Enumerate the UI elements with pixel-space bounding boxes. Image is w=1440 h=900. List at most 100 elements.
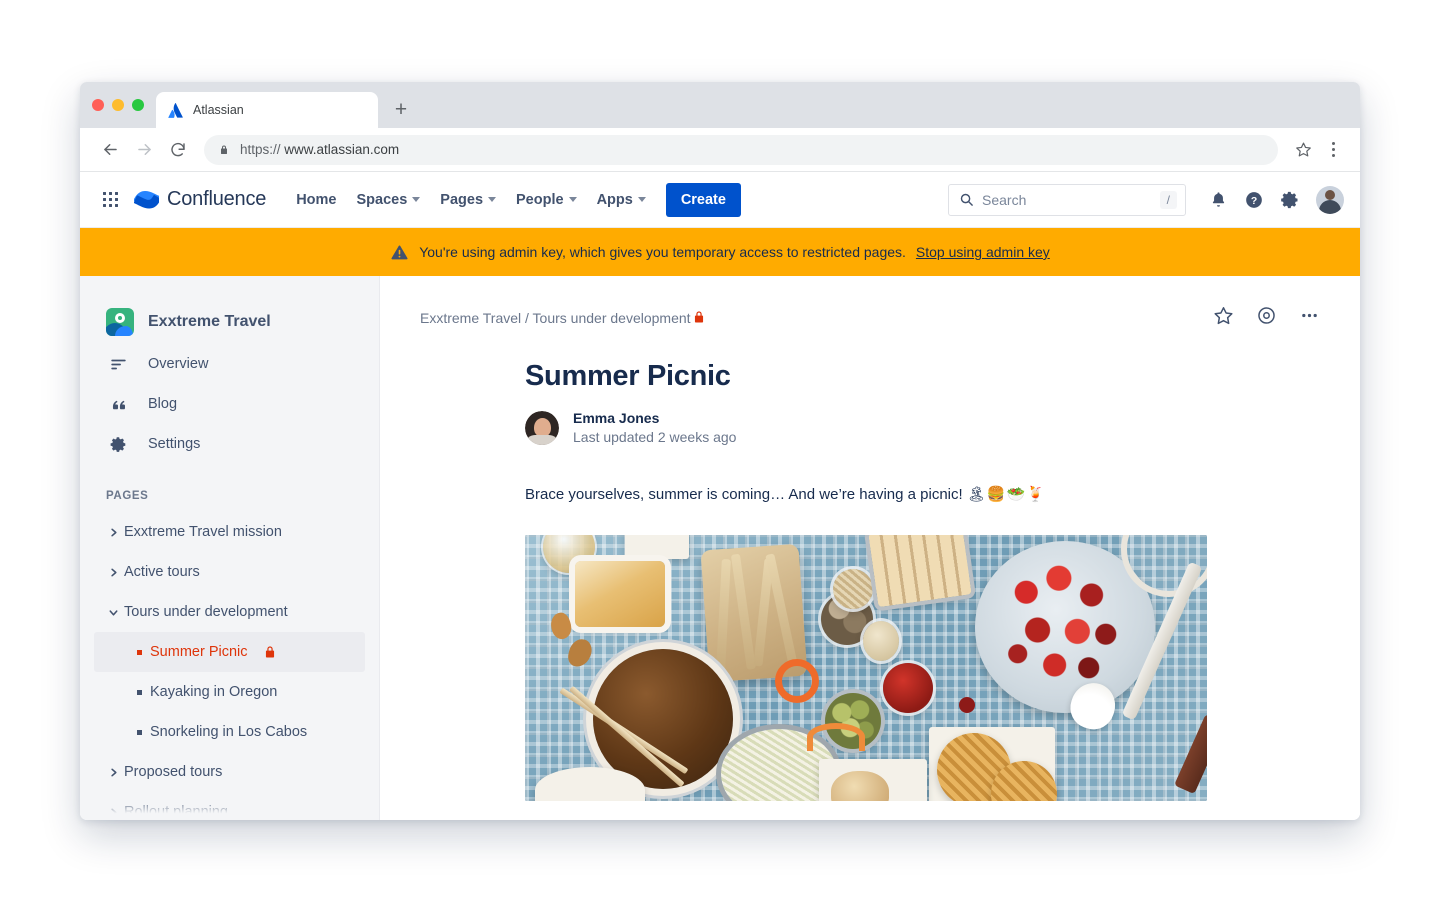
restricted-lock-icon <box>262 644 278 660</box>
window-traffic-lights <box>92 82 156 128</box>
confluence-logo[interactable]: Confluence <box>134 187 266 212</box>
avatar-body <box>1319 199 1341 214</box>
url-scheme: https:// <box>240 142 281 157</box>
page-tree-item-label: Proposed tours <box>124 764 223 780</box>
page-tree-item-label: Kayaking in Oregon <box>150 684 278 700</box>
page-tree-item-summer-picnic[interactable]: Summer Picnic <box>94 632 365 672</box>
minimize-window-button[interactable] <box>112 99 124 111</box>
bullet-icon <box>128 649 150 655</box>
orange-basket-ring <box>807 722 865 751</box>
help-question-icon[interactable]: ? <box>1238 184 1270 216</box>
last-updated: Last updated 2 weeks ago <box>573 428 737 445</box>
cherries <box>995 552 1137 693</box>
sidebar-item-label: Overview <box>148 356 209 372</box>
create-button[interactable]: Create <box>665 182 741 217</box>
lock-icon <box>221 145 227 154</box>
page-tree-item-label: Exxtreme Travel mission <box>124 524 282 540</box>
global-nav-actions: Search / ? <box>948 183 1344 216</box>
banner-message: You're using admin key, which gives you … <box>419 244 906 260</box>
author-avatar[interactable] <box>525 410 559 445</box>
reload-icon[interactable] <box>162 134 194 166</box>
napkin-top <box>625 534 689 559</box>
brand-name: Confluence <box>167 188 267 210</box>
nav-item-apps[interactable]: Apps <box>587 185 656 215</box>
space-sidebar: Exxtreme Travel Overview Blog Settings P… <box>80 276 380 820</box>
picnic-photo <box>525 534 1207 801</box>
sidebar-item-overview[interactable]: Overview <box>80 344 379 384</box>
page-body: Summer Picnic Emma Jones Last updated 2 … <box>525 332 1215 820</box>
chevron-down-icon <box>637 197 646 202</box>
overview-lines-icon <box>106 355 130 374</box>
avatar-head <box>1325 189 1335 200</box>
breadcrumb-lock-icon[interactable] <box>691 309 707 328</box>
browser-url-bar: https:// www.atlassian.com <box>80 128 1360 172</box>
space-avatar-map-icon <box>106 308 134 336</box>
atlassian-favicon-icon <box>168 102 183 118</box>
more-ellipsis-icon[interactable] <box>1299 305 1320 331</box>
back-arrow-icon[interactable] <box>94 134 126 166</box>
forward-arrow-icon <box>128 134 160 166</box>
search-shortcut-badge: / <box>1159 190 1177 209</box>
nav-item-people[interactable]: People <box>506 185 587 215</box>
crackers-jar <box>833 568 873 609</box>
user-avatar[interactable] <box>1316 185 1344 214</box>
space-header[interactable]: Exxtreme Travel <box>80 300 379 344</box>
nav-item-label: Apps <box>596 191 633 208</box>
new-tab-button[interactable]: + <box>384 92 418 128</box>
search-input[interactable]: Search / <box>948 183 1186 216</box>
sidebar-item-settings[interactable]: Settings <box>80 424 379 464</box>
bullet-icon <box>128 729 150 735</box>
page-tree-item-label: Tours under development <box>124 604 288 620</box>
stray-cherry <box>959 696 975 713</box>
browser-tab-strip: Atlassian + <box>80 82 1360 128</box>
app-switcher-icon[interactable] <box>94 184 126 216</box>
settings-gear-icon[interactable] <box>1274 184 1306 216</box>
sidebar-scroll-fade <box>80 798 379 820</box>
chevron-right-icon[interactable] <box>102 527 124 538</box>
author-name: Emma Jones <box>573 410 660 426</box>
page-action-bar <box>1213 305 1320 331</box>
page-tree-item-kayaking-in-oregon[interactable]: Kayaking in Oregon <box>94 672 365 712</box>
chevron-right-icon[interactable] <box>102 767 124 778</box>
favorite-star-icon[interactable] <box>1213 305 1234 331</box>
chevron-down-icon <box>412 197 421 202</box>
space-name: Exxtreme Travel <box>148 313 271 330</box>
breadcrumb-row: Exxtreme Travel / Tours under developmen… <box>420 304 1320 332</box>
nav-item-spaces[interactable]: Spaces <box>346 185 430 215</box>
page-tree-item-snorkeling-in-los-cabos[interactable]: Snorkeling in Los Cabos <box>94 712 365 752</box>
page-tree-item-active-tours[interactable]: Active tours <box>94 552 365 592</box>
page-tree-item-exxtreme-travel-mission[interactable]: Exxtreme Travel mission <box>94 512 365 552</box>
browser-menu-icon[interactable] <box>1320 142 1346 157</box>
page-title: Summer Picnic <box>525 360 731 392</box>
search-icon <box>960 193 973 206</box>
quote-icon <box>106 395 130 414</box>
close-window-button[interactable] <box>92 99 104 111</box>
chevron-right-icon[interactable] <box>102 567 124 578</box>
admin-key-banner: You're using admin key, which gives you … <box>80 228 1360 276</box>
nav-item-label: Spaces <box>356 191 408 208</box>
nav-item-pages[interactable]: Pages <box>430 185 506 215</box>
sidebar-item-blog[interactable]: Blog <box>80 384 379 424</box>
sundried-tomato-jar <box>883 662 933 713</box>
url-host: www.atlassian.com <box>284 142 400 157</box>
page-tree-item-proposed-tours[interactable]: Proposed tours <box>94 752 365 792</box>
maximize-window-button[interactable] <box>132 99 144 111</box>
page-byline: Emma Jones Last updated 2 weeks ago <box>525 409 1215 447</box>
nav-item-home[interactable]: Home <box>286 185 346 215</box>
bookmark-star-icon[interactable] <box>1288 135 1318 165</box>
notifications-bell-icon[interactable] <box>1202 184 1234 216</box>
url-input[interactable]: https:// www.atlassian.com <box>204 134 1278 165</box>
nav-item-label: Pages <box>440 191 484 208</box>
chevron-down-icon <box>568 197 577 202</box>
page-tree-item-label: Summer Picnic <box>150 644 248 660</box>
svg-text:?: ? <box>1251 195 1257 206</box>
breadcrumb[interactable]: Exxtreme Travel / Tours under developmen… <box>420 310 691 326</box>
watch-eye-icon[interactable] <box>1256 305 1277 331</box>
app-body: Exxtreme Travel Overview Blog Settings P… <box>80 276 1360 820</box>
nav-item-label: Home <box>296 191 337 208</box>
browser-tab[interactable]: Atlassian <box>156 92 378 128</box>
chevron-down-icon[interactable] <box>102 607 124 618</box>
url-text: https:// www.atlassian.com <box>240 142 399 157</box>
page-tree-item-tours-under-development[interactable]: Tours under development <box>94 592 365 632</box>
stop-using-admin-key-link[interactable]: Stop using admin key <box>916 244 1050 260</box>
